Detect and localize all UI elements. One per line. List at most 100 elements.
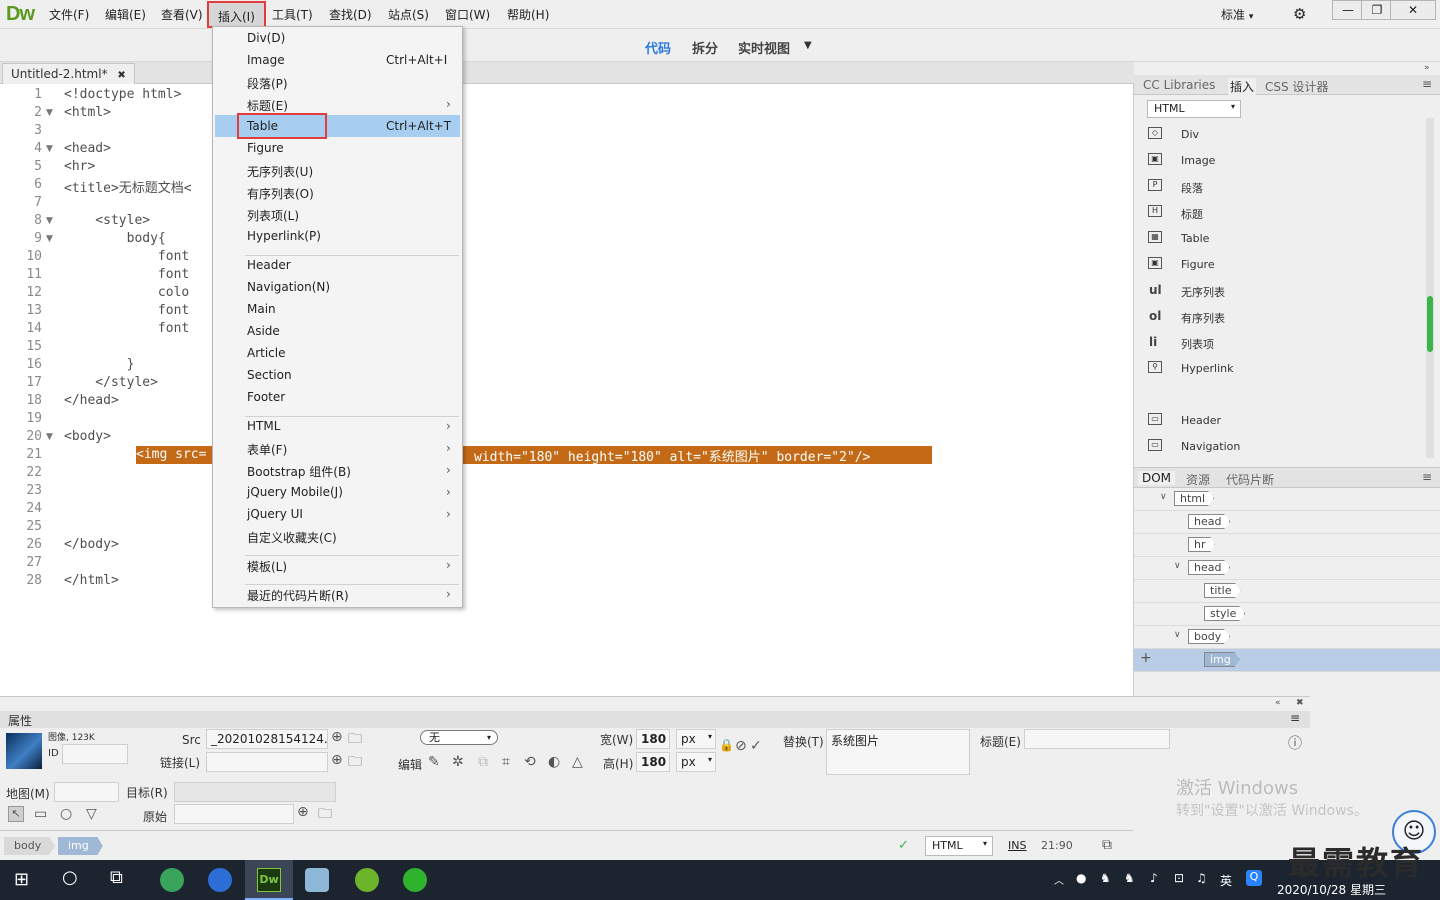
code-line[interactable]: colo <box>64 285 189 300</box>
add-element-icon[interactable]: + <box>1140 650 1152 666</box>
title-input[interactable] <box>1024 729 1170 749</box>
fold-toggle-icon[interactable]: ▼ <box>46 234 53 244</box>
dom-row[interactable]: head <box>1134 511 1440 534</box>
folder-icon[interactable]: 🗀 <box>348 728 362 752</box>
code-line[interactable]: </body> <box>64 537 119 552</box>
insert-menu-item[interactable]: 最近的代码片断(R) <box>247 587 349 604</box>
code-line[interactable]: font <box>64 267 189 282</box>
breadcrumb-img[interactable]: img <box>58 837 103 855</box>
insert-menu-item[interactable]: Table <box>247 119 278 133</box>
insert-item[interactable]: 标题 <box>1181 206 1203 222</box>
code-line[interactable]: <body> <box>64 429 111 444</box>
code-line[interactable]: <hr> <box>64 159 95 174</box>
dom-node-tag[interactable]: img <box>1204 652 1240 667</box>
target-icon[interactable]: ⊕ <box>297 804 309 820</box>
restore-button[interactable]: ❐ <box>1361 0 1393 20</box>
gear-icon[interactable]: ⚙ <box>1293 5 1306 23</box>
sharpen-icon[interactable]: △ <box>572 754 583 770</box>
browser-icon[interactable] <box>160 868 184 892</box>
notepad-icon[interactable] <box>305 868 329 892</box>
menu-tools[interactable]: 工具(T) <box>272 6 313 23</box>
tab-snippets[interactable]: 代码片断 <box>1226 471 1274 488</box>
alt-input[interactable]: 系统图片 <box>826 729 970 775</box>
insert-menu-item[interactable]: 无序列表(U) <box>247 163 313 180</box>
insert-menu-item[interactable]: Hyperlink(P) <box>247 229 321 243</box>
code-line[interactable]: font <box>64 321 189 336</box>
tab-insert[interactable]: 插入 <box>1228 78 1257 95</box>
insert-menu-item[interactable]: Div(D) <box>247 31 285 45</box>
insert-menu-item[interactable]: jQuery Mobile(J) <box>247 485 343 499</box>
folder-icon[interactable]: 🗀 <box>348 751 362 775</box>
menu-site[interactable]: 站点(S) <box>388 6 429 23</box>
insert-item[interactable]: 段落 <box>1181 180 1203 196</box>
insert-menu-item[interactable]: Header <box>247 258 291 272</box>
dom-node-tag[interactable]: hr <box>1188 537 1215 552</box>
dom-row[interactable]: + img <box>1134 649 1440 672</box>
code-line[interactable]: <title>无标题文档< <box>64 177 192 196</box>
chevron-down-icon[interactable]: ∨ <box>1160 492 1167 502</box>
dom-row[interactable]: title <box>1134 580 1440 603</box>
target-icon[interactable]: ⊕ <box>331 729 343 745</box>
insert-menu-item[interactable]: 标题(E) <box>247 97 288 114</box>
insert-menu-item[interactable]: Footer <box>247 390 285 404</box>
chevron-down-icon[interactable]: ∨ <box>1174 561 1181 571</box>
wechat-icon[interactable] <box>403 868 427 892</box>
code-line[interactable]: <style> <box>64 213 150 228</box>
panel-menu-icon[interactable]: ≡ <box>1290 711 1300 725</box>
chevron-down-icon[interactable]: ▼ <box>804 40 812 51</box>
insert-menu-item[interactable]: 模板(L) <box>247 558 287 575</box>
menu-edit[interactable]: 编辑(E) <box>105 6 146 23</box>
breadcrumb-body[interactable]: body <box>4 837 56 855</box>
menu-help[interactable]: 帮助(H) <box>507 6 549 23</box>
height-unit-select[interactable]: px ▾ <box>676 752 716 772</box>
pointer-tool-icon[interactable]: ↖ <box>8 806 24 822</box>
insert-item[interactable]: 有序列表 <box>1181 310 1225 326</box>
height-input[interactable]: 180 <box>636 752 670 772</box>
id-input[interactable] <box>62 744 128 764</box>
dom-node-tag[interactable]: body <box>1188 629 1231 644</box>
menu-view[interactable]: 查看(V) <box>161 6 203 23</box>
insert-menu-item[interactable]: 有序列表(O) <box>247 185 314 202</box>
fold-toggle-icon[interactable]: ▼ <box>46 216 53 226</box>
volume-icon[interactable]: ♫ <box>1196 871 1207 885</box>
dom-node-tag[interactable]: title <box>1204 583 1241 598</box>
insert-menu-item[interactable]: 段落(P) <box>247 75 288 92</box>
insert-menu-item[interactable]: Main <box>247 302 276 316</box>
chevron-up-icon[interactable]: ︿ <box>1054 872 1064 887</box>
class-select[interactable]: 无 ▾ <box>420 730 498 745</box>
code-line[interactable]: font <box>64 249 189 264</box>
fold-toggle-icon[interactable]: ▼ <box>46 432 53 442</box>
scrollbar-thumb[interactable] <box>1427 296 1433 352</box>
code-line[interactable]: <img src= <box>136 447 206 462</box>
target-icon[interactable]: ⊕ <box>331 752 343 768</box>
resample-icon[interactable]: ⟲ <box>524 754 536 770</box>
insert-item[interactable]: Hyperlink <box>1181 362 1234 375</box>
input-language[interactable]: 英 <box>1220 872 1232 889</box>
code-line[interactable]: } <box>64 357 135 372</box>
insert-menu-item[interactable]: Bootstrap 组件(B) <box>247 463 351 480</box>
dom-node-tag[interactable]: head <box>1188 514 1231 529</box>
dom-node-tag[interactable]: html <box>1174 491 1215 506</box>
windows-start-icon[interactable]: ⊞ <box>14 869 29 890</box>
help-icon[interactable]: ⓘ <box>1288 733 1302 753</box>
chevron-down-icon[interactable]: ∨ <box>1174 630 1181 640</box>
menu-find[interactable]: 查找(D) <box>329 6 372 23</box>
panel-menu-icon[interactable]: ≡ <box>1422 470 1432 484</box>
contrast-icon[interactable]: ◐ <box>548 754 560 770</box>
dom-row[interactable]: ∨ html <box>1134 488 1440 511</box>
code-line[interactable]: </style> <box>64 375 158 390</box>
insert-menu-item[interactable]: Article <box>247 346 286 360</box>
insert-menu-item[interactable]: Image <box>247 53 285 67</box>
folder-icon[interactable]: 🗀 <box>318 803 332 827</box>
insert-category-select[interactable]: HTML ▾ <box>1147 100 1241 118</box>
insert-menu-item[interactable]: 表单(F) <box>247 441 287 458</box>
collapse-icon[interactable]: « <box>1275 698 1281 708</box>
insert-item[interactable]: Navigation <box>1181 440 1240 453</box>
menu-file[interactable]: 文件(F) <box>49 6 89 23</box>
pencil-icon[interactable]: ✎ <box>428 754 440 770</box>
circle-hotspot-icon[interactable]: ○ <box>60 806 72 822</box>
scrollbar[interactable] <box>1426 118 1434 458</box>
insert-menu-item[interactable]: Section <box>247 368 292 382</box>
polygon-hotspot-icon[interactable]: ▽ <box>86 806 97 822</box>
dom-row[interactable]: ∨ body <box>1134 626 1440 649</box>
